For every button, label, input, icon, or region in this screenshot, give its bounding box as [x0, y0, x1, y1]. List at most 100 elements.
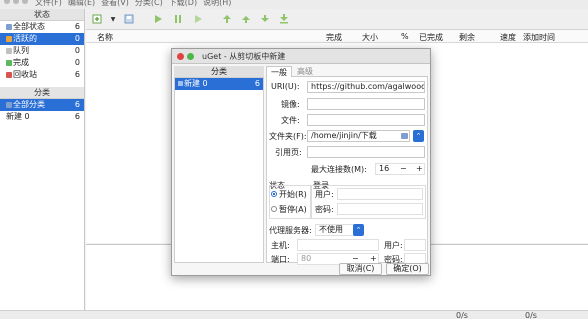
dialog-category-label: 新建 0 — [184, 79, 208, 88]
queue-icon — [6, 48, 12, 54]
move-bottom-icon[interactable] — [278, 13, 290, 25]
tab-general[interactable]: 一般 — [266, 66, 292, 77]
sidebar-item-all-status[interactable]: 全部状态 6 — [0, 21, 84, 33]
folder-label: 文件夹(F): — [269, 132, 307, 141]
menu-edit[interactable]: 编辑(E) — [68, 0, 95, 8]
proxy-value: 不使用 — [319, 225, 343, 234]
ok-button[interactable]: 确定(O) — [386, 263, 429, 275]
dialog-category-item[interactable]: 新建 0 6 — [175, 78, 263, 90]
host-field[interactable] — [297, 239, 379, 251]
sidebar-item-label: 完成 — [13, 58, 29, 67]
max-connections-value: 16 — [379, 164, 390, 173]
sidebar-item-all-categories[interactable]: 全部分类 6 — [0, 99, 84, 111]
move-up-icon[interactable] — [240, 13, 252, 25]
column-speed[interactable]: 速度 — [500, 32, 516, 43]
column-added-time[interactable]: 添加时间 — [523, 32, 555, 43]
folder-field[interactable]: /home/jinjin/下载 — [307, 130, 410, 142]
pause-label[interactable]: 暂停(A) — [279, 204, 307, 215]
move-top-icon[interactable] — [221, 13, 233, 25]
tab-advanced[interactable]: 高级 — [293, 66, 317, 77]
column-name[interactable]: 名称 — [97, 32, 113, 43]
sidebar-item-label: 活跃的 — [13, 34, 37, 43]
port-increment[interactable]: + — [370, 254, 377, 263]
folder-browse-icon[interactable] — [401, 133, 408, 139]
column-remaining[interactable]: 剩余 — [459, 32, 475, 43]
sidebar-item-count: 0 — [74, 34, 80, 43]
dialog-titlebar: uGet - 从剪切板中新建 — [172, 49, 430, 64]
mirror-label: 镜像: — [281, 100, 300, 109]
proxy-user-field[interactable] — [404, 239, 426, 251]
proxy-user-label: 用户: — [384, 241, 403, 250]
sidebar-item-count: 6 — [74, 100, 80, 109]
minimize-window-icon[interactable] — [13, 0, 19, 4]
folder-history-dropdown[interactable]: ⌃ — [413, 130, 424, 142]
category-icon — [6, 102, 12, 108]
uri-label: URI(U): — [271, 82, 300, 91]
menu-download[interactable]: 下载(D) — [169, 0, 197, 8]
start-label[interactable]: 开始(R) — [279, 189, 307, 200]
pause-icon[interactable] — [172, 13, 184, 25]
properties-icon[interactable] — [192, 13, 204, 25]
upload-speed: 0/s — [525, 311, 537, 319]
proxy-select[interactable]: 不使用 — [315, 224, 355, 236]
sidebar-item-count: 6 — [74, 70, 80, 79]
referrer-field[interactable] — [307, 146, 425, 158]
proxy-dropdown[interactable]: ⌃ — [353, 224, 364, 236]
max-connections-label: 最大连接数(M): — [311, 165, 367, 174]
close-icon[interactable] — [177, 53, 184, 60]
sidebar-item-count: 6 — [74, 22, 80, 31]
new-download-icon[interactable] — [91, 13, 103, 25]
pause-radio[interactable] — [271, 206, 277, 212]
sidebar-item-finished[interactable]: 完成 0 — [0, 57, 84, 69]
download-table-header: 名称 完成 大小 % 已完成 剩余 速度 添加时间 — [86, 30, 588, 43]
port-decrement[interactable]: − — [352, 254, 359, 263]
host-label: 主机: — [271, 241, 290, 250]
column-complete[interactable]: 完成 — [326, 32, 342, 43]
proxy-label: 代理服务器: — [269, 226, 312, 235]
start-radio[interactable] — [271, 191, 277, 197]
user-field[interactable] — [337, 188, 423, 200]
close-window-icon[interactable] — [4, 0, 10, 4]
dialog-category-count: 6 — [254, 79, 260, 88]
sidebar-item-active[interactable]: 活跃的 0 — [0, 33, 84, 45]
download-speed: 0/s — [456, 311, 468, 319]
max-connections-decrement[interactable]: − — [400, 164, 407, 173]
max-connections-increment[interactable]: + — [416, 164, 423, 173]
sidebar-item-queue[interactable]: 队列 0 — [0, 45, 84, 57]
save-icon[interactable] — [123, 13, 135, 25]
port-value: 80 — [301, 254, 312, 263]
menu-view[interactable]: 查看(V) — [101, 0, 129, 8]
file-label: 文件: — [281, 116, 300, 125]
menu-category[interactable]: 分类(C) — [135, 0, 163, 8]
dialog-tabs: 一般 高级 — [266, 66, 428, 77]
menubar: 文件(F) 编辑(E) 查看(V) 分类(C) 下载(D) 说明(H) — [0, 0, 588, 9]
window-controls — [4, 0, 28, 4]
column-percent[interactable]: % — [401, 32, 409, 41]
port-label: 端口: — [271, 255, 290, 264]
move-down-icon[interactable] — [259, 13, 271, 25]
file-field[interactable] — [307, 114, 425, 126]
sidebar-item-label: 全部状态 — [13, 22, 45, 31]
uri-field[interactable]: https://github.com/agalwood/M — [307, 81, 425, 93]
cancel-button[interactable]: 取消(C) — [339, 263, 382, 275]
column-size[interactable]: 大小 — [362, 32, 378, 43]
sidebar-item-label: 全部分类 — [13, 100, 45, 109]
sidebar-item-recycled[interactable]: 回收站 6 — [0, 69, 84, 81]
maximize-window-icon[interactable] — [22, 0, 28, 4]
sidebar-item-new-0[interactable]: 新建 0 6 — [0, 111, 84, 123]
password-field[interactable] — [337, 203, 423, 215]
folder-icon — [178, 81, 183, 86]
sidebar-item-count: 6 — [74, 112, 80, 121]
play-icon[interactable] — [152, 13, 164, 25]
column-downloaded[interactable]: 已完成 — [419, 32, 443, 43]
mirror-field[interactable] — [307, 98, 425, 110]
sidebar-item-label: 队列 — [13, 46, 29, 55]
dialog-category-header: 分类 — [174, 66, 264, 77]
minimize-icon[interactable] — [187, 53, 194, 60]
all-status-icon — [6, 24, 12, 30]
menu-help[interactable]: 说明(H) — [203, 0, 231, 8]
menu-file[interactable]: 文件(F) — [35, 0, 62, 8]
chevron-down-icon[interactable]: ▼ — [107, 13, 119, 25]
dialog-category-list: 新建 0 6 — [174, 77, 264, 263]
statusbar: 0/s 0/s — [0, 310, 588, 319]
